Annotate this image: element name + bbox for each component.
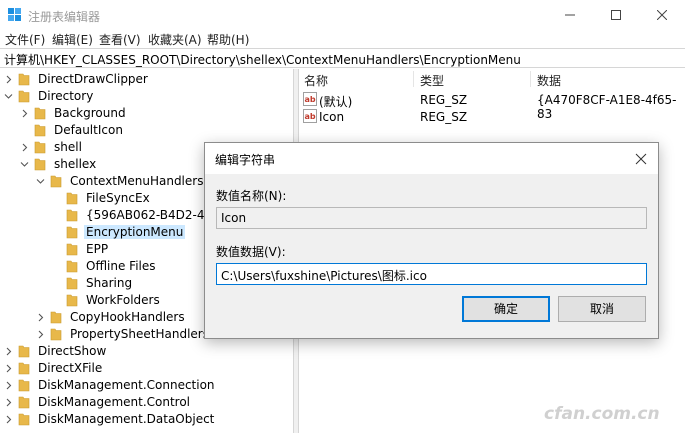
value-data-input[interactable]: C:\Users\fuxshine\Pictures\图标.ico [216, 263, 647, 285]
folder-icon [66, 277, 78, 290]
chevron-right-icon[interactable] [4, 75, 13, 84]
tree-node-label: Background [54, 106, 126, 120]
tree-node-label: FileSyncEx [86, 191, 150, 205]
tree-node-label: CopyHookHandlers [70, 310, 185, 324]
tree-node-label: Offline Files [86, 259, 156, 273]
folder-icon [66, 192, 78, 205]
column-header-type[interactable]: 类型 [420, 72, 444, 89]
menu-view[interactable]: 查看(V) [99, 31, 141, 48]
tree-node-label: Sharing [86, 276, 133, 290]
folder-icon [66, 226, 78, 239]
tree-node-label: DirectShow [38, 344, 107, 358]
column-divider[interactable] [413, 71, 414, 87]
window-title: 注册表编辑器 [28, 10, 101, 24]
menu-favorites[interactable]: 收藏夹(A) [148, 31, 202, 48]
tree-node-label: shell [54, 140, 82, 154]
tree-node-label: ContextMenuHandlers [70, 174, 204, 188]
column-header-data[interactable]: 数据 [537, 72, 561, 89]
folder-icon [18, 379, 30, 392]
cancel-button[interactable]: 取消 [558, 296, 646, 322]
tree-node-label: DiskManagement.Connection [38, 378, 215, 392]
chevron-right-icon[interactable] [20, 109, 29, 118]
chevron-right-icon[interactable] [36, 330, 45, 339]
folder-icon [66, 294, 78, 307]
menu-file[interactable]: 文件(F) [5, 31, 45, 48]
folder-icon [50, 175, 62, 188]
value-name-label: 数值名称(N): [216, 189, 287, 203]
folder-icon [18, 73, 30, 86]
tree-node-label: EncryptionMenu [84, 225, 186, 239]
edit-string-dialog: 编辑字符串 数值名称(N): Icon 数值数据(V): C:\Users\fu… [204, 142, 659, 339]
folder-icon [34, 158, 46, 171]
dialog-close-button[interactable] [630, 149, 652, 169]
folder-icon [50, 311, 62, 324]
column-header-name[interactable]: 名称 [304, 72, 328, 89]
column-divider[interactable] [530, 71, 531, 87]
address-bar[interactable]: 计算机\HKEY_CLASSES_ROOT\Directory\shellex\… [0, 48, 685, 68]
minimize-icon [565, 14, 575, 16]
maximize-icon [611, 10, 621, 20]
string-value-icon: ab [303, 109, 317, 123]
tree-node-label: Directory [38, 89, 94, 103]
value-type: REG_SZ [420, 93, 468, 107]
svg-text:ab: ab [305, 112, 316, 121]
ok-button[interactable]: 确定 [462, 296, 550, 322]
chevron-down-icon[interactable] [36, 177, 45, 186]
menu-bar: 文件(F) 编辑(E) 查看(V) 收藏夹(A) 帮助(H) [0, 30, 685, 48]
chevron-right-icon[interactable] [4, 398, 13, 407]
dialog-title: 编辑字符串 [215, 153, 276, 167]
value-row[interactable]: ab (默认) REG_SZ {A470F8CF-A1E8-4f65-83 [300, 91, 685, 121]
folder-icon [50, 328, 62, 341]
chevron-right-icon[interactable] [36, 313, 45, 322]
chevron-right-icon[interactable] [4, 415, 13, 424]
folder-icon [66, 243, 78, 256]
tree-node-label: DirectXFile [38, 361, 103, 375]
folder-icon [66, 260, 78, 273]
value-data-label: 数值数据(V): [216, 245, 286, 259]
folder-icon [18, 345, 30, 358]
menu-help[interactable]: 帮助(H) [207, 31, 249, 48]
tree-node-label: shellex [54, 157, 97, 171]
close-icon [635, 153, 647, 165]
chevron-right-icon[interactable] [4, 381, 13, 390]
value-row[interactable]: ab Icon REG_SZ [300, 108, 685, 125]
regedit-icon [8, 8, 21, 21]
folder-icon [18, 362, 30, 375]
string-value-icon: ab [303, 92, 317, 106]
value-name: Icon [319, 110, 345, 124]
chevron-down-icon[interactable] [4, 92, 13, 101]
chevron-right-icon[interactable] [20, 143, 29, 152]
value-type: REG_SZ [420, 110, 468, 124]
chevron-down-icon[interactable] [20, 160, 29, 169]
close-icon [657, 10, 667, 20]
close-button[interactable] [639, 0, 685, 30]
folder-icon [18, 396, 30, 409]
tree-node-label: EPP [86, 242, 109, 256]
maximize-button[interactable] [593, 0, 639, 30]
tree-node-label: DiskManagement.Control [38, 395, 191, 409]
tree-node-label: DiskManagement.DataObject [38, 412, 215, 426]
svg-text:ab: ab [305, 95, 316, 104]
tree-node-label: {596AB062-B4D2-421 [86, 208, 220, 222]
value-name-field[interactable]: Icon [216, 207, 647, 229]
folder-icon [18, 90, 30, 103]
folder-icon [66, 209, 78, 222]
chevron-right-icon[interactable] [4, 364, 13, 373]
address-path: 计算机\HKEY_CLASSES_ROOT\Directory\shellex\… [4, 53, 521, 67]
folder-icon [34, 141, 46, 154]
dialog-body: 数值名称(N): Icon 数值数据(V): C:\Users\fuxshine… [205, 174, 658, 338]
chevron-right-icon[interactable] [4, 347, 13, 356]
tree-node-label: PropertySheetHandlers [70, 327, 209, 341]
folder-icon [34, 107, 46, 120]
tree-node-label: DefaultIcon [54, 123, 123, 137]
minimize-button[interactable] [547, 0, 593, 30]
tree-node-label: DirectDrawClipper [38, 72, 148, 86]
folder-icon [18, 413, 30, 426]
watermark: cfan.com.cn [544, 404, 660, 424]
title-bar: 注册表编辑器 [0, 0, 685, 30]
tree-node-label: WorkFolders [86, 293, 160, 307]
menu-edit[interactable]: 编辑(E) [52, 31, 93, 48]
folder-icon [34, 124, 46, 137]
